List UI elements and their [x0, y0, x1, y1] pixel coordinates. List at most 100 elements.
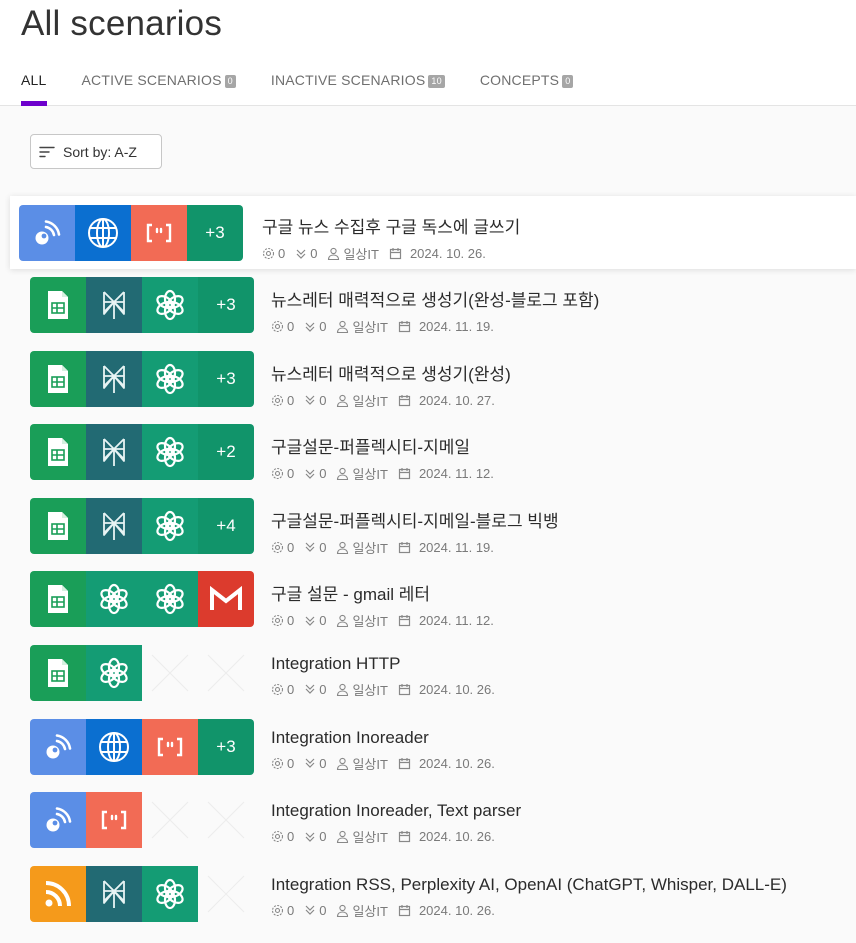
user-icon — [337, 615, 349, 628]
owner-name: 일상IT — [352, 903, 388, 919]
openai-icon — [142, 497, 198, 554]
owner-name: 일상IT — [352, 614, 388, 630]
gear-icon — [271, 541, 284, 553]
double-chevron-down-icon — [305, 685, 315, 695]
scenario-info: Integration RSS, Perplexity AI, OpenAI (… — [271, 875, 787, 920]
more-modules-badge: +3 — [187, 205, 243, 261]
tab-all[interactable]: ALL — [21, 72, 47, 106]
tab-concepts[interactable]: CONCEPTS 0 — [480, 72, 574, 106]
page-header: All scenarios ALL ACTIVE SCENARIOS 0 INAC… — [0, 0, 856, 106]
scenario-row[interactable]: +3 Integration Inoreader 0 0 일상IT 2024. 10. 2… — [0, 711, 856, 785]
tab-count-badge: 10 — [428, 75, 445, 88]
module-icons: +4 — [30, 497, 254, 554]
tab-label: ACTIVE SCENARIOS — [81, 72, 222, 88]
calendar-icon — [398, 394, 411, 406]
scenario-meta: 0 0 일상IT 2024. 10. 26. — [271, 827, 521, 846]
module-icons: +3 — [30, 350, 254, 407]
scenario-row[interactable]: Integration RSS, Perplexity AI, OpenAI (… — [0, 858, 856, 932]
scenario-row[interactable]: +3 구글 뉴스 수집후 구글 독스에 글쓰기 0 0 일상IT 2024. 10. 26… — [10, 196, 856, 269]
scenario-name[interactable]: 구글설문-퍼플렉시티-지메일 — [271, 433, 494, 458]
calendar-icon — [398, 615, 411, 627]
scenario-info: 구글 설문 - gmail 레터 0 0 일상IT 2024. 11. 12. — [271, 580, 494, 630]
empty-slot-icon — [142, 645, 198, 701]
modified-date: 2024. 10. 26. — [418, 755, 495, 771]
date-stat: 2024. 10. 26. — [398, 682, 495, 697]
scenario-name[interactable]: 뉴스레터 매력적으로 생성기(완성) — [271, 360, 511, 385]
openai-icon — [142, 350, 198, 407]
scenario-row[interactable]: Integration Inoreader, Text parser 0 0 일상IT… — [0, 784, 856, 858]
gear-icon — [271, 320, 284, 333]
owner-name: 일상IT — [352, 540, 388, 556]
scenario-list: +3 구글 뉴스 수집후 구글 독스에 글쓰기 0 0 일상IT 2024. 10. 26… — [0, 196, 856, 931]
operations-stat: 0 — [262, 246, 285, 261]
google-sheets-icon — [30, 644, 86, 701]
scenario-info: 구글설문-퍼플렉시티-지메일-블로그 빅뱅 0 0 일상IT 2024. 11. 19. — [271, 507, 559, 557]
scenario-name[interactable]: Integration Inoreader — [271, 728, 495, 748]
scenario-row[interactable]: +3 뉴스레터 매력적으로 생성기(완성-블로그 포함) 0 0 일상IT 2024. 1… — [0, 269, 856, 343]
scenario-row[interactable]: +2 구글설문-퍼플렉시티-지메일 0 0 일상IT 2024. 11. 12. — [0, 416, 856, 490]
date-stat: 2024. 11. 19. — [398, 540, 494, 555]
modified-date: 2024. 11. 12. — [418, 466, 494, 482]
operations-stat: 0 — [271, 466, 294, 481]
owner-stat: 일상IT — [336, 827, 388, 846]
double-chevron-down-icon — [305, 905, 315, 916]
scenario-row[interactable]: +3 뉴스레터 매력적으로 생성기(완성) 0 0 일상IT 2024. 10. 27. — [0, 343, 856, 417]
owner-stat: 일상IT — [336, 754, 388, 773]
empty-slot-icon — [142, 792, 198, 848]
text-parser-icon — [131, 205, 187, 261]
transfer-stat: 0 — [295, 246, 317, 261]
transfer-count: 0 — [319, 466, 327, 482]
inoreader-icon — [30, 718, 86, 775]
openai-icon — [142, 424, 198, 481]
calendar-icon — [398, 541, 411, 553]
scenario-name[interactable]: Integration HTTP — [271, 654, 495, 674]
more-modules-badge: +3 — [198, 277, 254, 333]
tab-label: ALL — [21, 72, 47, 88]
transfer-stat: 0 — [304, 393, 326, 408]
module-icons: +3 — [30, 718, 254, 775]
transfer-count: 0 — [319, 902, 327, 918]
module-icons — [30, 865, 254, 922]
scenario-name[interactable]: 구글설문-퍼플렉시티-지메일-블로그 빅뱅 — [271, 507, 559, 532]
sort-lines-icon — [39, 146, 55, 157]
scenario-row[interactable]: 구글 설문 - gmail 레터 0 0 일상IT 2024. 11. 12. — [0, 563, 856, 637]
tab-label: CONCEPTS — [479, 72, 560, 88]
operations-count: 0 — [287, 319, 295, 334]
owner-stat: 일상IT — [336, 901, 388, 920]
scenario-name[interactable]: Integration Inoreader, Text parser — [271, 801, 521, 821]
operations-stat: 0 — [271, 756, 294, 771]
tab-inactive-scenarios[interactable]: INACTIVE SCENARIOS 10 — [271, 72, 445, 106]
modified-date: 2024. 10. 26. — [418, 902, 495, 918]
scenario-meta: 0 0 일상IT 2024. 10. 27. — [271, 391, 511, 410]
double-chevron-down-icon — [296, 249, 306, 259]
scenario-name[interactable]: 구글 뉴스 수집후 구글 독스에 글쓰기 — [262, 213, 520, 238]
user-icon — [337, 541, 349, 554]
user-icon — [337, 904, 349, 917]
date-stat: 2024. 10. 26. — [398, 756, 495, 771]
modified-date: 2024. 11. 19. — [418, 319, 494, 334]
more-modules-badge: +3 — [198, 718, 254, 775]
tab-active-scenarios[interactable]: ACTIVE SCENARIOS 0 — [82, 72, 236, 106]
transfer-stat: 0 — [304, 903, 326, 918]
scenario-meta: 0 0 일상IT 2024. 10. 26. — [271, 901, 787, 920]
openai-icon — [86, 571, 142, 628]
owner-stat: 일상IT — [336, 680, 388, 699]
scenario-name[interactable]: Integration RSS, Perplexity AI, OpenAI (… — [271, 875, 787, 895]
modified-date: 2024. 10. 26. — [418, 681, 495, 697]
scenario-row[interactable]: +4 구글설문-퍼플렉시티-지메일-블로그 빅뱅 0 0 일상IT 2024. 11. 1… — [0, 490, 856, 564]
perplexity-icon — [86, 865, 142, 922]
scenario-meta: 0 0 일상IT 2024. 10. 26. — [271, 680, 495, 699]
sort-button[interactable]: Sort by: A-Z — [30, 134, 162, 169]
scenario-name[interactable]: 뉴스레터 매력적으로 생성기(완성-블로그 포함) — [271, 286, 599, 311]
perplexity-icon — [86, 277, 142, 333]
transfer-stat: 0 — [304, 756, 326, 771]
scenario-row[interactable]: Integration HTTP 0 0 일상IT 2024. 10. 26. — [0, 637, 856, 711]
scenario-name[interactable]: 구글 설문 - gmail 레터 — [271, 580, 494, 605]
transfer-count: 0 — [319, 829, 327, 845]
double-chevron-down-icon — [305, 758, 315, 768]
rss-icon — [30, 865, 86, 922]
transfer-count: 0 — [319, 392, 327, 408]
double-chevron-down-icon — [305, 395, 315, 405]
sort-label: Sort by: A-Z — [63, 143, 137, 160]
module-icons: +3 — [30, 277, 254, 333]
